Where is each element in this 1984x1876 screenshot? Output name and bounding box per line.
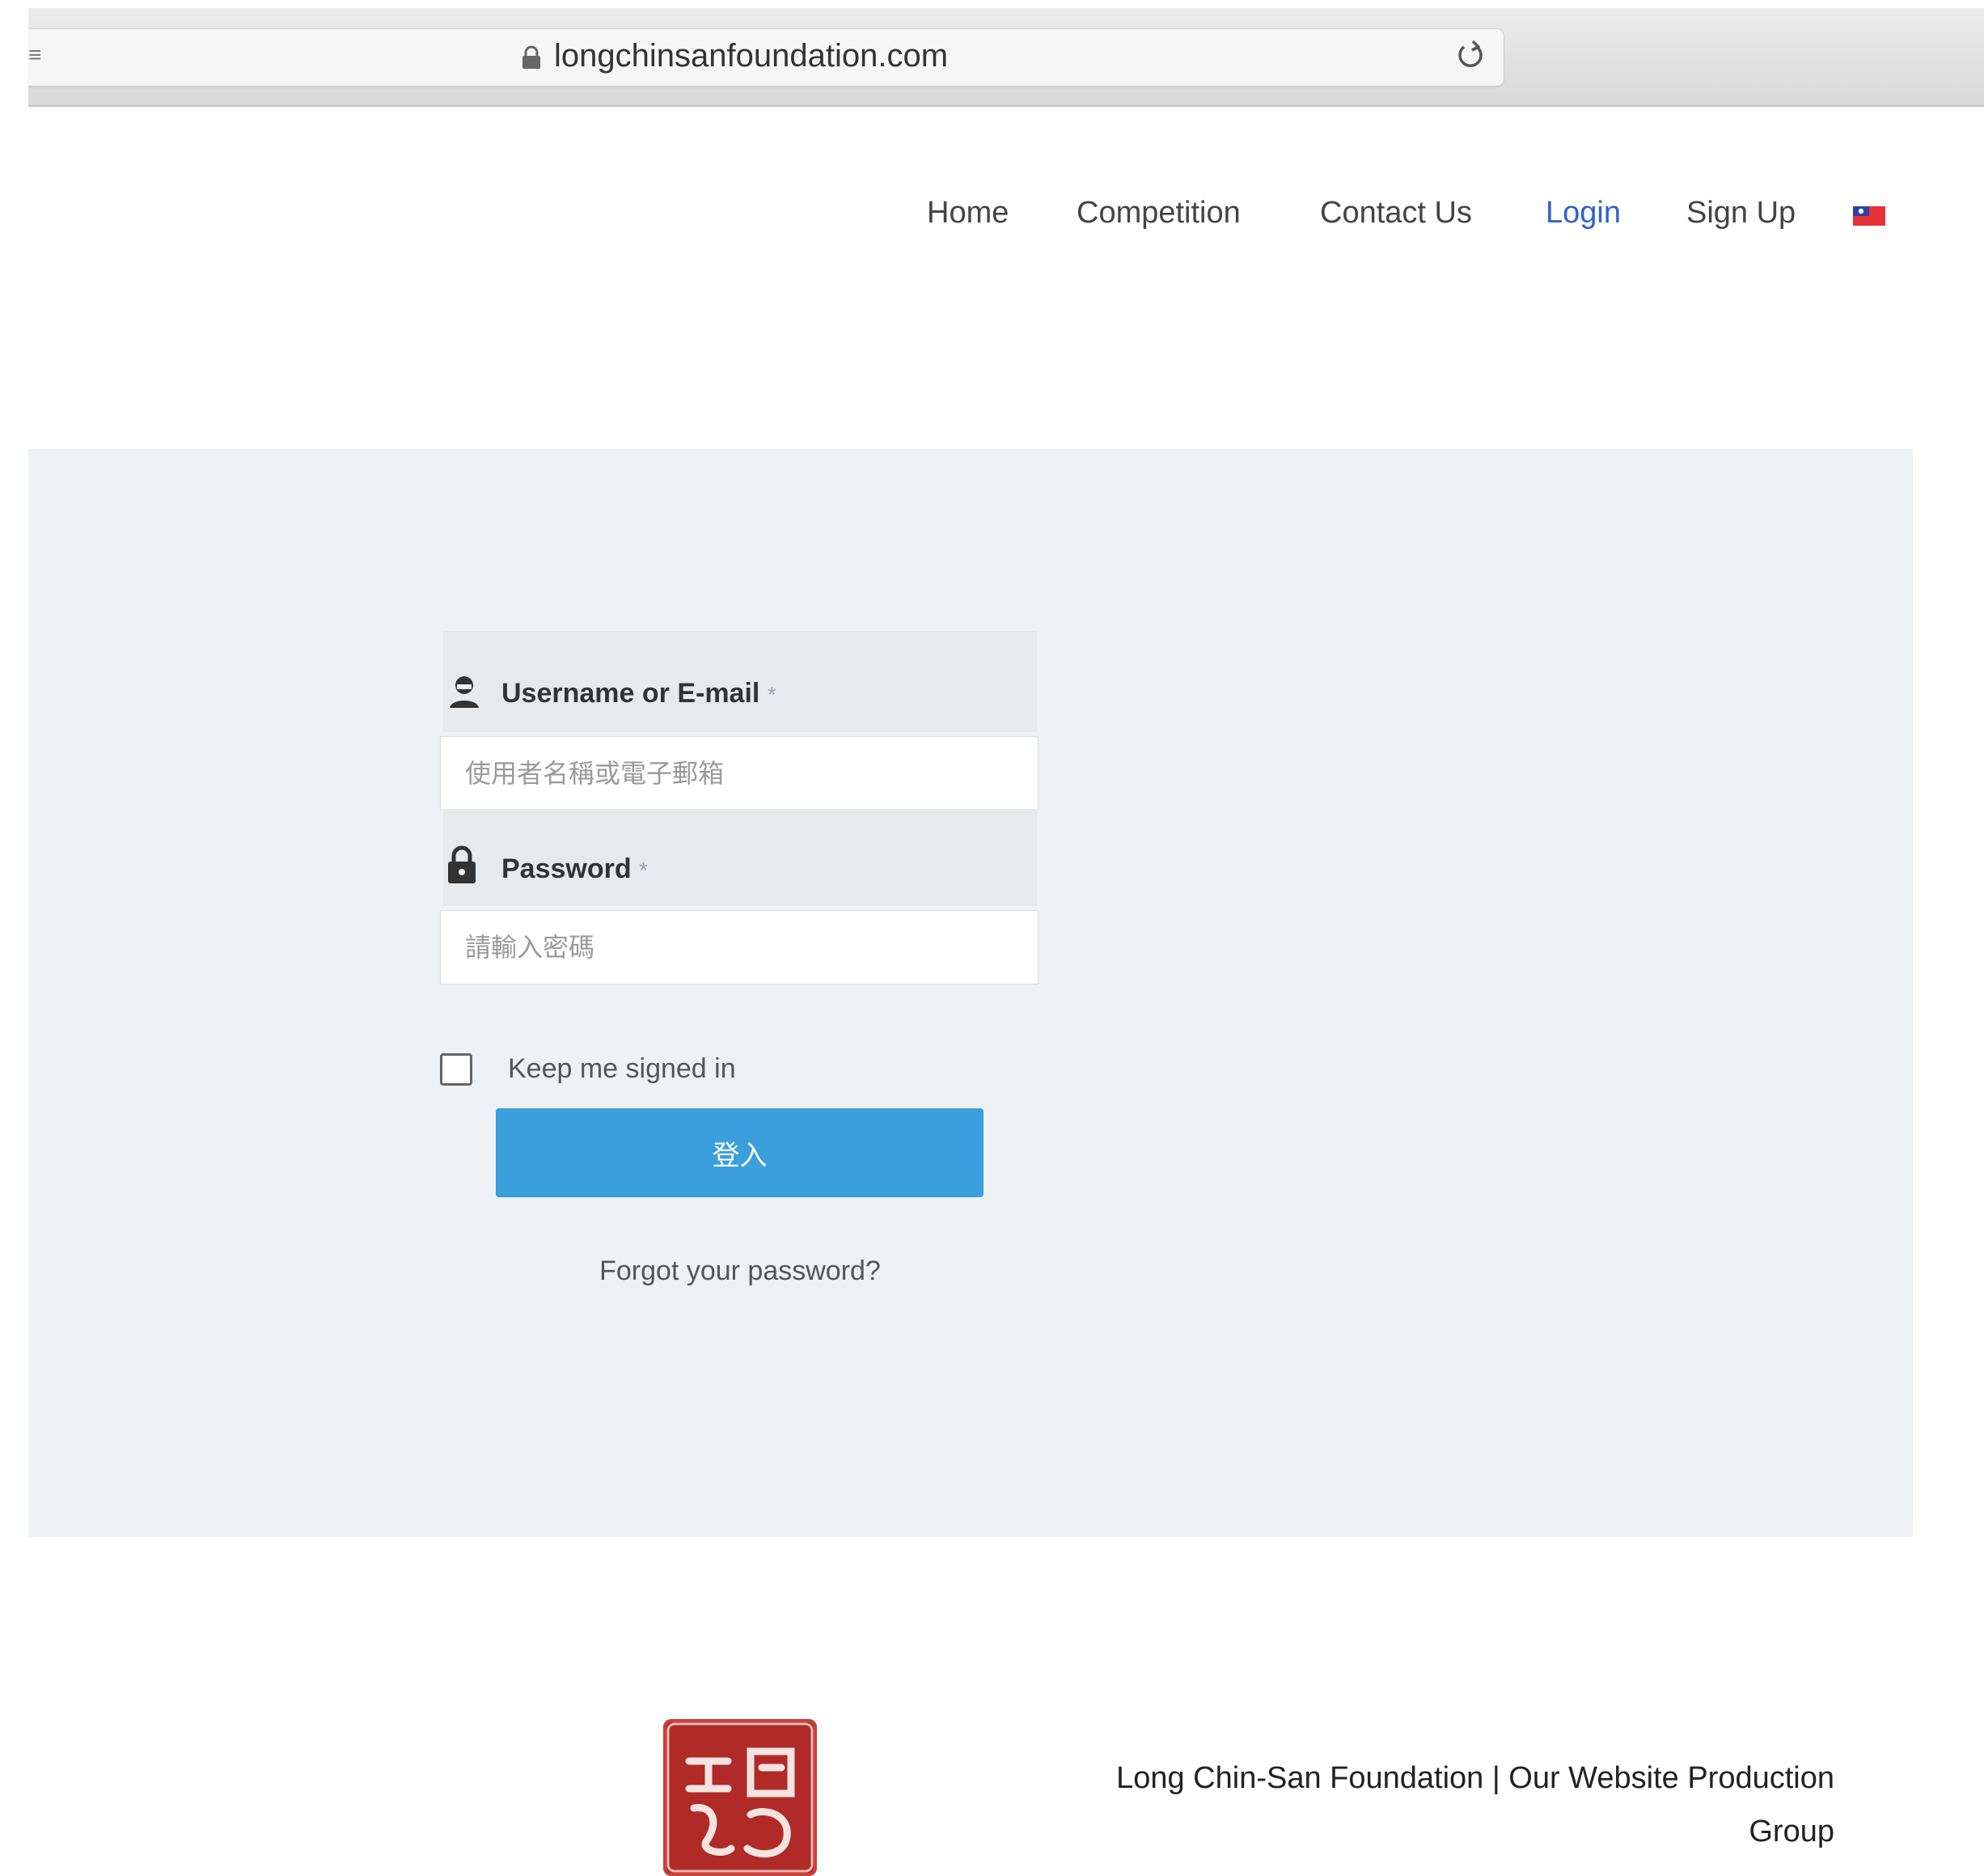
- login-button[interactable]: 登入: [496, 1108, 984, 1197]
- url-text[interactable]: longchinsanfoundation.com: [554, 38, 948, 74]
- footer-credit: Long Chin-San Foundation | Our Website P…: [1051, 1751, 1834, 1858]
- nav-home[interactable]: Home: [927, 196, 1009, 231]
- keep-signed-in-checkbox[interactable]: [440, 1053, 472, 1086]
- nav-contact-us[interactable]: Contact Us: [1320, 196, 1472, 231]
- forgot-password-link[interactable]: Forgot your password?: [590, 1256, 890, 1287]
- sidebar-icon[interactable]: ≡: [28, 42, 41, 68]
- keep-signed-in-label[interactable]: Keep me signed in: [508, 1053, 736, 1085]
- nav-login[interactable]: Login: [1546, 196, 1621, 231]
- taiwan-flag-icon[interactable]: [1853, 206, 1885, 226]
- username-label: Username or E-mail *: [501, 678, 776, 709]
- nav-sign-up[interactable]: Sign Up: [1686, 196, 1796, 231]
- login-panel: [28, 449, 1913, 1537]
- foundation-seal-logo: [663, 1719, 817, 1876]
- reload-icon[interactable]: [1453, 37, 1488, 73]
- nav-competition[interactable]: Competition: [1077, 196, 1241, 231]
- required-mark: *: [767, 682, 776, 707]
- footer-line-1: Long Chin-San Foundation | Our Website P…: [1116, 1761, 1834, 1795]
- username-input[interactable]: [440, 736, 1039, 811]
- password-input[interactable]: [440, 910, 1039, 985]
- user-icon: [450, 676, 479, 708]
- required-mark: *: [639, 858, 648, 883]
- password-label: Password *: [501, 853, 648, 884]
- lock-icon: [522, 45, 540, 69]
- padlock-icon: [448, 845, 476, 883]
- footer-line-2: Group: [1749, 1815, 1834, 1848]
